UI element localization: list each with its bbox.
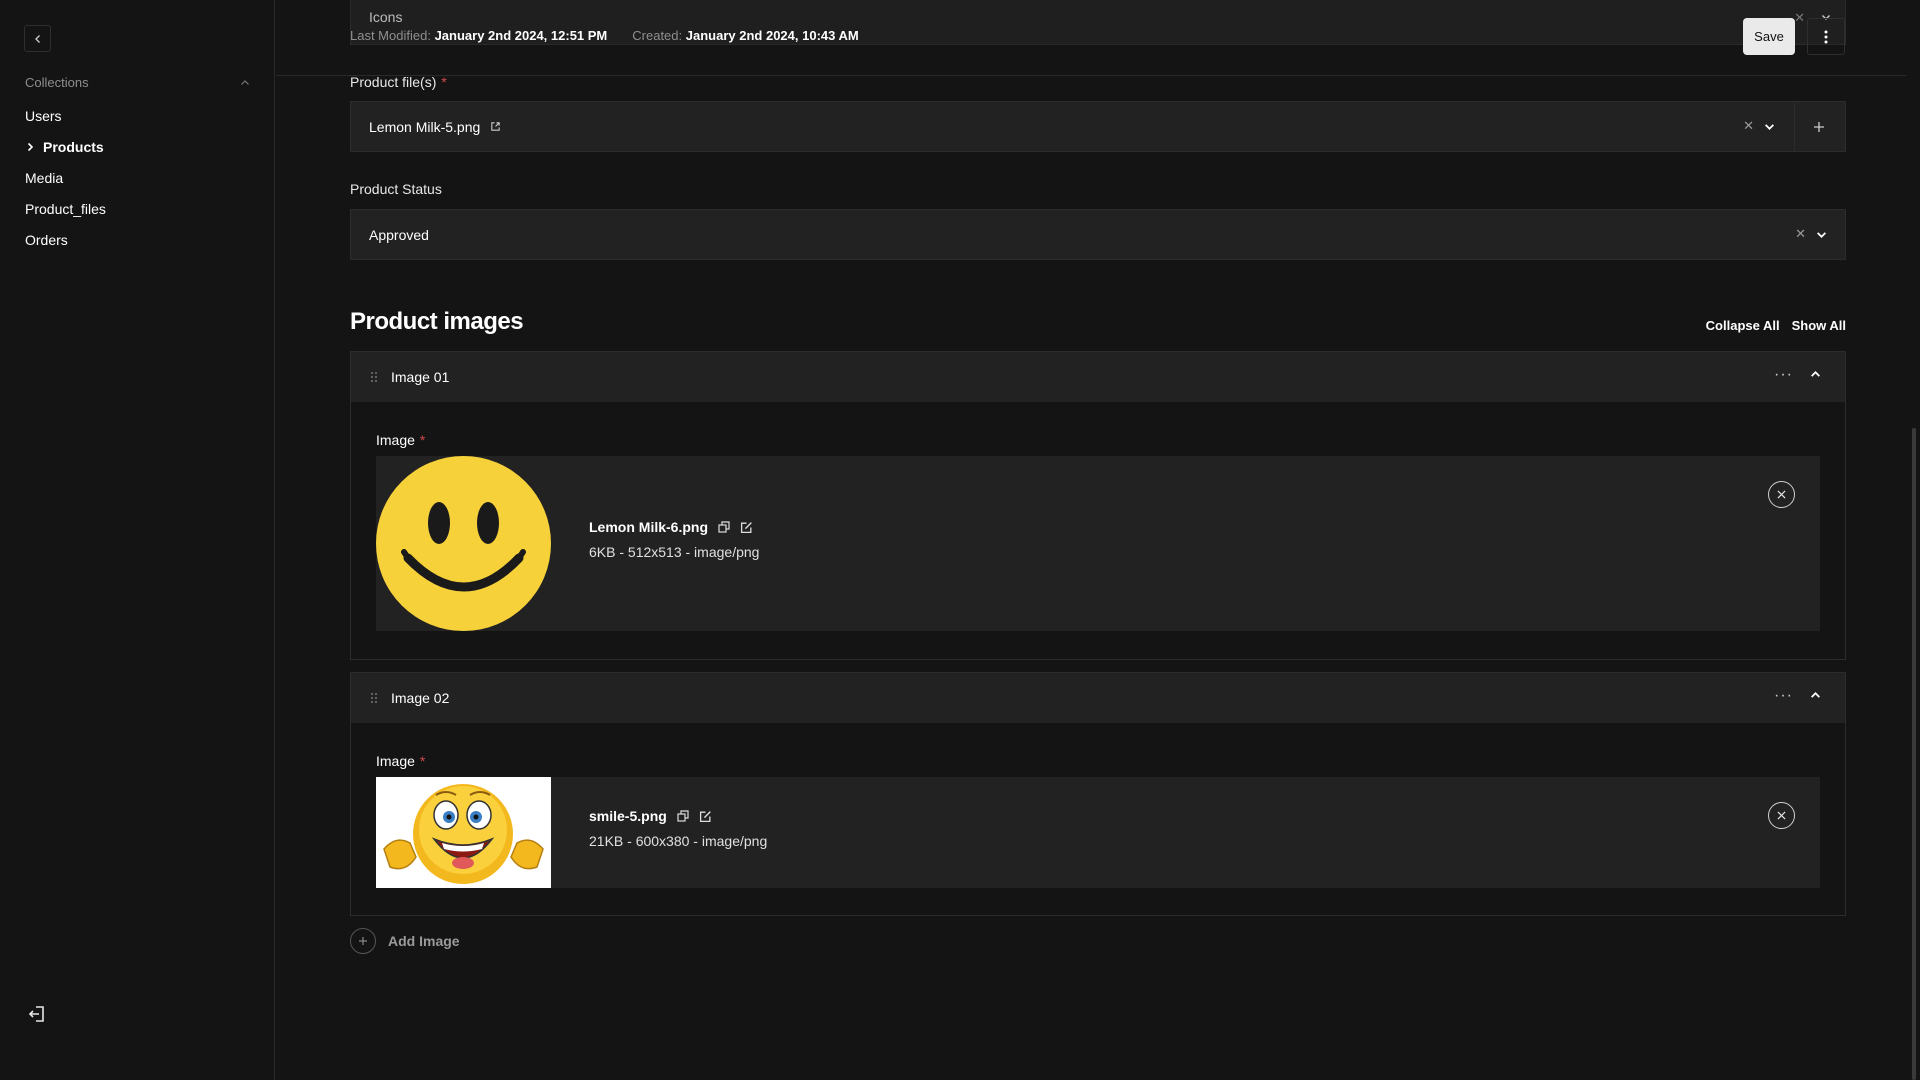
image-block-header[interactable]: Image 02 ··· <box>351 673 1845 723</box>
chevron-up-icon[interactable] <box>1810 369 1821 380</box>
product-status-select[interactable]: Approved ✕ <box>350 209 1846 260</box>
plus-circle-icon <box>350 928 376 954</box>
product-file-value: Lemon Milk-5.png <box>369 118 481 135</box>
save-button[interactable]: Save <box>1743 18 1795 55</box>
clear-icon[interactable]: ✕ <box>1794 10 1805 26</box>
sidebar-item-product-files[interactable]: Product_files <box>25 193 106 224</box>
document-meta: Last Modified: January 2nd 2024, 12:51 P… <box>350 28 859 43</box>
chevron-up-icon[interactable] <box>1810 690 1821 701</box>
copy-icon[interactable] <box>677 810 689 822</box>
sidebar-item-label: Products <box>43 138 104 155</box>
file-meta: 21KB - 600x380 - image/png <box>589 833 768 849</box>
scrollbar[interactable] <box>1906 0 1920 1080</box>
external-link-icon[interactable] <box>490 121 501 132</box>
remove-file-button[interactable] <box>1768 802 1795 829</box>
image-field-label: Image * <box>376 402 1820 448</box>
sidebar-item-label: Users <box>25 107 62 124</box>
product-status-label: Product Status <box>350 181 442 197</box>
add-image-label: Add Image <box>388 933 460 949</box>
sidebar-item-products[interactable]: Products <box>25 131 106 162</box>
main-content: Icons ✕ Last Modified: January 2nd 2024,… <box>276 0 1920 1080</box>
sidebar-item-orders[interactable]: Orders <box>25 224 106 255</box>
drag-handle-icon[interactable] <box>369 692 379 704</box>
sidebar-item-media[interactable]: Media <box>25 162 106 193</box>
copy-icon[interactable] <box>718 521 730 533</box>
image-thumbnail <box>376 777 551 888</box>
chevron-down-icon[interactable] <box>1764 121 1775 132</box>
image-thumbnail <box>376 456 551 631</box>
required-mark: * <box>441 74 447 90</box>
chevron-down-icon[interactable] <box>1816 229 1827 240</box>
collections-label: Collections <box>25 75 89 90</box>
more-options-button[interactable] <box>1807 18 1845 55</box>
waving-smiley-image <box>376 777 551 888</box>
image-field-label-text: Image <box>376 753 415 769</box>
show-all-button[interactable]: Show All <box>1792 318 1846 333</box>
sidebar-item-label: Media <box>25 169 64 186</box>
file-details: smile-5.png 21KB - 600x380 - image/png <box>551 777 767 888</box>
edit-icon[interactable] <box>740 521 753 534</box>
chevron-up-icon <box>241 79 249 85</box>
collections-nav: Users Products Media Product_files Order… <box>25 100 106 255</box>
clear-icon[interactable]: ✕ <box>1795 226 1806 242</box>
document-header: Icons ✕ Last Modified: January 2nd 2024,… <box>276 0 1920 76</box>
image-field-label: Image * <box>376 723 1820 769</box>
icons-field-label: Icons <box>369 9 403 25</box>
array-actions: Collapse All Show All <box>1706 318 1846 333</box>
product-status-value: Approved <box>369 226 429 243</box>
add-image-button[interactable]: Add Image <box>350 928 460 954</box>
last-modified-label: Last Modified: <box>350 28 431 43</box>
file-name[interactable]: smile-5.png <box>589 808 667 824</box>
edit-icon[interactable] <box>699 810 712 823</box>
created-value: January 2nd 2024, 10:43 AM <box>685 28 859 43</box>
smiley-face-image <box>376 456 551 631</box>
image-block: Image 01 ··· Image * Lemon Milk-6.png 6K… <box>350 351 1846 660</box>
sidebar: Collections Users Products Media Product… <box>0 0 275 1080</box>
sidebar-item-users[interactable]: Users <box>25 100 106 131</box>
product-files-label: Product file(s) * <box>350 74 447 90</box>
required-mark: * <box>419 432 426 448</box>
image-field-label-text: Image <box>376 432 415 448</box>
image-block-title: Image 02 <box>391 690 450 706</box>
close-icon <box>1777 490 1786 499</box>
remove-file-button[interactable] <box>1768 481 1795 508</box>
upload-preview: smile-5.png 21KB - 600x380 - image/png <box>376 777 1820 888</box>
file-details: Lemon Milk-6.png 6KB - 512x513 - image/p… <box>551 456 759 631</box>
chevron-left-icon <box>34 34 40 43</box>
product-files-select[interactable]: Lemon Milk-5.png ✕ <box>350 101 1846 152</box>
close-icon <box>1777 811 1786 820</box>
drag-handle-icon[interactable] <box>369 371 379 383</box>
collections-toggle[interactable]: Collections <box>25 75 250 90</box>
upload-preview: Lemon Milk-6.png 6KB - 512x513 - image/p… <box>376 456 1820 631</box>
product-files-label-text: Product file(s) <box>350 74 437 90</box>
collapse-all-button[interactable]: Collapse All <box>1706 318 1780 333</box>
required-mark: * <box>419 753 426 769</box>
created-label: Created: <box>632 28 683 43</box>
image-block-body: Image * Lemon Milk-6.png 6KB - 512x513 -… <box>351 402 1845 656</box>
scrollbar-thumb[interactable] <box>1912 428 1916 1080</box>
add-icon[interactable] <box>1813 121 1825 133</box>
sidebar-item-label: Orders <box>25 231 68 248</box>
last-modified-value: January 2nd 2024, 12:51 PM <box>434 28 608 43</box>
more-horizontal-icon[interactable]: ··· <box>1774 687 1793 705</box>
logout-icon[interactable] <box>27 1004 47 1024</box>
chevron-right-icon <box>25 140 38 153</box>
file-meta: 6KB - 512x513 - image/png <box>589 544 760 560</box>
file-name[interactable]: Lemon Milk-6.png <box>589 519 708 535</box>
more-horizontal-icon[interactable]: ··· <box>1774 366 1793 384</box>
clear-icon[interactable]: ✕ <box>1743 118 1754 134</box>
image-block: Image 02 ··· Image * smile-5.png 21KB - … <box>350 672 1846 916</box>
sidebar-item-label: Product_files <box>25 200 106 217</box>
product-images-title: Product images <box>350 308 524 335</box>
vertical-dots-icon <box>1824 30 1828 43</box>
collapse-sidebar-button[interactable] <box>24 25 51 52</box>
image-block-header[interactable]: Image 01 ··· <box>351 352 1845 402</box>
image-block-title: Image 01 <box>391 369 450 385</box>
image-block-body: Image * smile-5.png 21KB - 600x380 - ima… <box>351 723 1845 913</box>
